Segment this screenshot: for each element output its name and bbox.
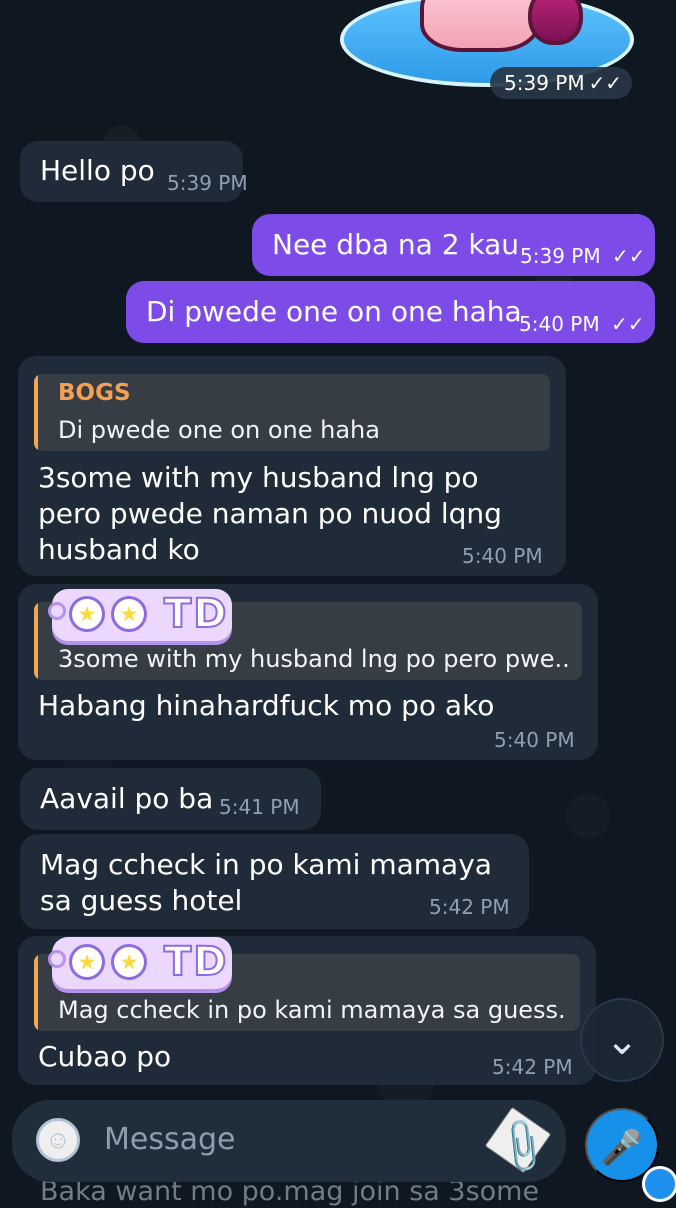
reply-quote-bar <box>34 602 38 680</box>
sticker-figure-pink <box>420 0 540 52</box>
message-time: 5:42 PM <box>492 1055 573 1079</box>
reply-quote-name: BOGS <box>58 380 131 406</box>
message-bubble[interactable]: Di pwede one on one haha 5:40 PM ✓✓ <box>126 281 655 343</box>
name-tag-sticker: ★ ★ TD <box>48 937 232 989</box>
name-tag-text: TD <box>163 939 229 985</box>
message-bubble[interactable]: Aavail po ba 5:41 PM <box>20 768 321 830</box>
reply-quote-bar <box>34 374 38 451</box>
microphone-icon: 🎤 <box>600 1129 644 1167</box>
message-input[interactable] <box>104 1117 434 1163</box>
corner-badge-icon[interactable] <box>642 1166 676 1202</box>
double-check-icon: ✓✓ <box>588 71 622 95</box>
paperclip-icon: 📎 <box>491 1116 554 1178</box>
reply-quote-text: Mag ccheck in po kami mamaya sa guess... <box>58 996 566 1024</box>
double-check-icon: ✓✓ <box>611 312 645 336</box>
sticker-timestamp: 5:39 PM ✓✓ <box>490 67 632 99</box>
attach-button[interactable]: 📎 <box>484 1106 554 1178</box>
message-bubble[interactable]: Hello po 5:39 PM <box>20 141 248 202</box>
star-icon: ★ <box>111 944 147 980</box>
chevron-down-icon: ⌄ <box>605 1019 639 1063</box>
star-icon: ★ <box>69 596 105 632</box>
emoji-button[interactable]: ☺ <box>36 1118 80 1162</box>
message-bubble[interactable]: BOGS Di pwede one on one haha 3some with… <box>18 356 566 576</box>
name-tag-hole <box>48 602 66 620</box>
message-time: 5:40 PM <box>494 728 575 752</box>
message-time: 5:40 PM <box>519 312 600 336</box>
message-time: 5:39 PM <box>520 244 601 268</box>
message-text: Hello po <box>40 154 155 187</box>
message-bubble[interactable]: Nee dba na 2 kau 5:39 PM ✓✓ <box>252 214 655 276</box>
message-text: Nee dba na 2 kau <box>272 228 520 261</box>
reply-quote-bar <box>34 954 38 1031</box>
chat-screen: 5:39 PM ✓✓ Hello po 5:39 PM Nee dba na 2… <box>0 0 676 1207</box>
message-text: Habang hinahardfuck mo po ako <box>38 689 495 722</box>
message-time: 5:41 PM <box>219 795 300 819</box>
message-text: Di pwede one on one haha <box>146 295 522 328</box>
name-tag-text: TD <box>163 591 229 637</box>
star-icon: ★ <box>111 596 147 632</box>
message-composer: ☺ 📎 <box>12 1100 566 1182</box>
emoji-icon: ☺ <box>45 1126 71 1154</box>
message-text: Aavail po ba <box>40 782 214 815</box>
reply-quote-text: Di pwede one on one haha <box>58 416 380 444</box>
message-bubble[interactable]: Mag ccheck in po kami mamaya sa guess ho… <box>20 834 529 929</box>
message-time: 5:42 PM <box>429 895 510 919</box>
reply-quote-text: 3some with my husband lng po pero pwe... <box>58 645 568 673</box>
message-text: Cubao po <box>38 1040 172 1073</box>
sticker-time: 5:39 PM <box>504 71 585 95</box>
double-check-icon: ✓✓ <box>612 244 646 268</box>
star-icon: ★ <box>69 944 105 980</box>
name-tag-hole <box>48 950 66 968</box>
message-time: 5:40 PM <box>462 544 543 568</box>
message-time: 5:39 PM <box>167 171 248 195</box>
reply-quote[interactable]: BOGS Di pwede one on one haha <box>34 374 550 451</box>
name-tag-sticker: ★ ★ TD <box>48 589 232 641</box>
scroll-down-button[interactable]: ⌄ <box>580 998 664 1082</box>
